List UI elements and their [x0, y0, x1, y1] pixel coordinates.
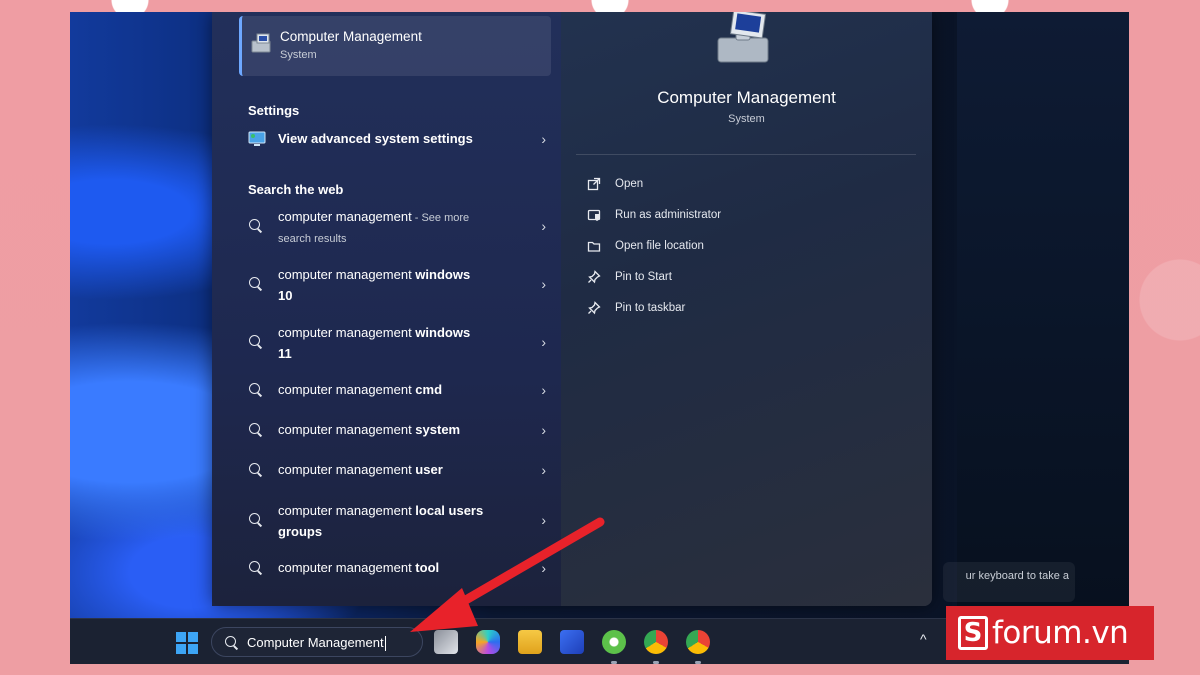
task-view-icon[interactable] — [434, 630, 458, 654]
action-label: Pin to Start — [615, 271, 672, 283]
web-result-item[interactable]: computer management - See more search res… — [248, 207, 548, 245]
sforum-logo: S forum.vn — [946, 606, 1154, 660]
web-result-label: computer management - See more search res… — [278, 209, 470, 245]
settings-item-advanced-system[interactable]: View advanced system settings › — [248, 129, 548, 148]
action-label: Run as administrator — [615, 209, 722, 221]
chrome-icon[interactable] — [644, 630, 668, 654]
search-icon — [248, 560, 262, 575]
chevron-right-icon: › — [541, 276, 546, 292]
web-result-label: computer management user — [278, 462, 443, 477]
pin-icon — [588, 301, 601, 315]
web-result-label: computer management system — [278, 422, 461, 437]
chevron-right-icon: › — [541, 334, 546, 350]
best-match-title: Computer Management — [280, 29, 422, 44]
search-icon — [248, 513, 262, 527]
chevron-right-icon: › — [541, 130, 546, 147]
web-result-label: computer management windows 11 — [278, 325, 471, 361]
taskbar-search-input[interactable]: Computer Management — [211, 627, 423, 657]
computer-management-icon — [251, 33, 271, 53]
running-indicator — [653, 661, 659, 664]
results-list: Computer Management System Settings View… — [212, 12, 561, 606]
detail-pane: Computer Management System Open Run as ad… — [561, 12, 932, 606]
chevron-right-icon: › — [541, 559, 546, 576]
copilot-icon[interactable] — [476, 630, 500, 654]
search-results-panel: Computer Management System Settings View… — [212, 12, 932, 606]
search-icon — [248, 462, 262, 477]
web-result-item[interactable]: computer management cmd › — [248, 380, 548, 399]
app-icon[interactable] — [602, 630, 626, 654]
action-label: Open — [615, 178, 644, 190]
web-result-item[interactable]: computer management system › — [248, 420, 548, 439]
search-icon — [248, 277, 262, 291]
web-result-item[interactable]: computer management windows 10 › — [248, 265, 548, 303]
detail-title: Computer Management — [657, 88, 836, 107]
logo-s-mark: S — [958, 616, 988, 650]
search-icon — [248, 335, 262, 349]
web-result-item[interactable]: computer management local users groups › — [248, 501, 548, 539]
notification-snippet: ur keyboard to take a — [943, 562, 1075, 602]
web-result-label: computer management local users groups — [278, 503, 484, 539]
web-result-label: computer management windows 10 — [278, 267, 471, 303]
web-result-label: computer management tool — [278, 560, 440, 575]
web-result-item[interactable]: computer management tool › — [248, 558, 548, 577]
search-icon — [248, 422, 262, 437]
file-explorer-icon[interactable] — [518, 630, 542, 654]
running-indicator — [611, 661, 617, 664]
open-external-icon — [587, 177, 601, 191]
background-window — [957, 12, 1129, 618]
chevron-right-icon: › — [541, 512, 546, 528]
search-icon — [248, 382, 262, 397]
web-result-item[interactable]: computer management windows 11 › — [248, 323, 548, 361]
app-icon[interactable] — [560, 630, 584, 654]
chevron-right-icon: › — [541, 218, 546, 234]
chevron-right-icon: › — [541, 421, 546, 438]
chevron-right-icon: › — [541, 381, 546, 398]
pin-icon — [588, 270, 601, 284]
detail-divider — [576, 154, 916, 155]
monitor-settings-icon — [248, 131, 266, 146]
chevron-up-icon[interactable]: ^ — [920, 631, 927, 647]
section-settings-heading: Settings — [248, 103, 300, 118]
folder-icon — [587, 241, 601, 252]
web-result-label: computer management cmd — [278, 382, 443, 397]
web-result-item[interactable]: computer management user › — [248, 460, 548, 479]
search-icon — [224, 636, 238, 650]
running-indicator — [695, 661, 701, 664]
search-icon — [248, 219, 262, 233]
desktop-screen: ur keyboard to take a Computer Managemen… — [70, 12, 1129, 664]
action-label: Pin to taskbar — [615, 302, 686, 314]
computer-management-large-icon — [717, 12, 769, 63]
best-match-subtitle: System — [280, 49, 317, 61]
taskbar-search-value: Computer Management — [247, 635, 384, 650]
windows-start-icon[interactable] — [176, 632, 198, 654]
chevron-right-icon: › — [541, 461, 546, 478]
chrome-icon[interactable] — [686, 630, 710, 654]
detail-subtitle: System — [728, 113, 765, 125]
section-web-heading: Search the web — [248, 182, 344, 197]
logo-text: forum.vn — [992, 615, 1129, 651]
shield-admin-icon — [587, 209, 601, 221]
settings-item-label: View advanced system settings — [278, 131, 473, 146]
action-label: Open file location — [615, 240, 704, 252]
best-match-item[interactable]: Computer Management System — [239, 16, 551, 76]
